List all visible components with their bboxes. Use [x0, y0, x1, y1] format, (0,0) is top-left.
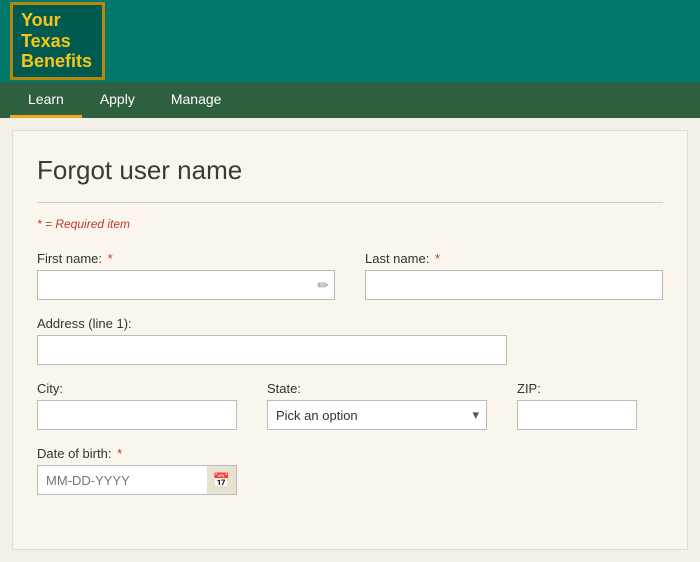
- nav-item-manage[interactable]: Manage: [153, 82, 240, 118]
- address-line1-input[interactable]: [37, 335, 507, 365]
- state-select[interactable]: Pick an optionAlabamaAlaskaArizonaArkans…: [267, 400, 487, 430]
- city-label: City:: [37, 381, 237, 396]
- city-group: City:: [37, 381, 237, 430]
- logo-line3: Benefits: [21, 51, 92, 72]
- first-name-label: First name: *: [37, 251, 335, 266]
- last-name-input[interactable]: [365, 270, 663, 300]
- first-name-input[interactable]: [37, 270, 335, 300]
- dob-input[interactable]: [37, 465, 207, 495]
- state-label: State:: [267, 381, 487, 396]
- first-name-required: *: [108, 251, 113, 266]
- address-line1-group: Address (line 1):: [37, 316, 663, 365]
- first-name-group: First name: * ✏: [37, 251, 335, 300]
- calendar-button[interactable]: 📅: [207, 465, 237, 495]
- dob-label: Date of birth: *: [37, 446, 237, 461]
- address-line1-label: Address (line 1):: [37, 316, 663, 331]
- logo-line1: Your: [21, 10, 61, 31]
- logo[interactable]: Your Texas Benefits: [10, 2, 105, 80]
- navbar: Learn Apply Manage: [0, 82, 700, 118]
- last-name-group: Last name: *: [365, 251, 663, 300]
- nav-item-learn[interactable]: Learn: [10, 82, 82, 118]
- city-state-zip-row: City: State: Pick an optionAlabamaAlaska…: [37, 381, 663, 430]
- nav-item-apply[interactable]: Apply: [82, 82, 153, 118]
- calendar-icon: 📅: [213, 472, 230, 489]
- address-row: Address (line 1):: [37, 316, 663, 365]
- required-note: * = Required item: [37, 217, 663, 231]
- first-name-input-wrapper: ✏: [37, 270, 335, 300]
- state-select-wrapper: Pick an optionAlabamaAlaskaArizonaArkans…: [267, 400, 487, 430]
- dob-required: *: [117, 446, 122, 461]
- dob-input-wrapper: 📅: [37, 465, 237, 495]
- city-input[interactable]: [37, 400, 237, 430]
- form-divider: [37, 202, 663, 203]
- main-content: Forgot user name * = Required item First…: [12, 130, 688, 550]
- last-name-label: Last name: *: [365, 251, 663, 266]
- page-title: Forgot user name: [37, 155, 663, 186]
- state-group: State: Pick an optionAlabamaAlaskaArizon…: [267, 381, 487, 430]
- logo-line2: Texas: [21, 31, 71, 52]
- zip-group: ZIP:: [517, 381, 637, 430]
- dob-row: Date of birth: * 📅: [37, 446, 663, 495]
- dob-group: Date of birth: * 📅: [37, 446, 237, 495]
- last-name-required: *: [435, 251, 440, 266]
- header: Your Texas Benefits: [0, 0, 700, 82]
- zip-label: ZIP:: [517, 381, 637, 396]
- name-row: First name: * ✏ Last name: *: [37, 251, 663, 300]
- zip-input[interactable]: [517, 400, 637, 430]
